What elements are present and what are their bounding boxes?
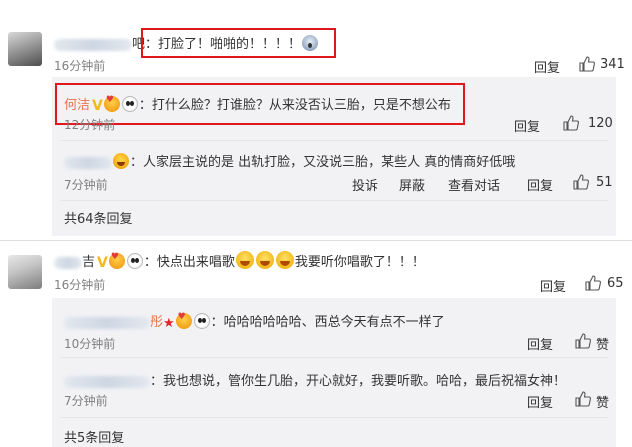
reply-author-suffix[interactable]: 彤 [150,315,163,330]
comment-2-line: 吉V ：快点出来唱歌 我要听你唱歌了！！！ [54,251,425,271]
comment-time: 16分钟前 [54,59,106,73]
like-count: 65 [607,276,624,291]
reply-time: 10分钟前 [64,337,116,351]
comment-time: 16分钟前 [54,278,106,292]
thumbs-up-icon[interactable] [574,390,592,408]
highlight-box [55,83,465,125]
more-replies-link[interactable]: 共5条回复 [64,427,124,446]
avatar[interactable] [8,32,42,66]
thumbs-up-icon[interactable] [562,114,580,132]
blurred-username[interactable] [64,375,150,388]
reply-time: 7分钟前 [64,178,108,192]
blurred-username[interactable] [64,316,150,329]
reply-time: 7分钟前 [64,394,108,408]
report-button[interactable]: 投诉 [352,175,378,194]
highlight-box [141,28,336,58]
star-badge-icon: ★ [163,316,175,331]
like-count: 51 [596,175,613,190]
thumbs-up-icon[interactable] [578,55,596,73]
blurred-username[interactable] [54,256,82,269]
avatar[interactable] [8,255,42,289]
laughing-emoji-icon [235,251,254,269]
block-button[interactable]: 屏蔽 [399,175,425,194]
reply-button[interactable]: 回复 [534,57,560,76]
reply-text: ：我也想说，管你生几胎，开心就好，我要听歌。哈哈，最后祝福女神！ [150,374,567,389]
comment-text: ：快点出来唱歌 [143,255,235,270]
reply-button[interactable]: 回复 [527,334,553,353]
blurred-username[interactable] [54,38,132,51]
laughing-emoji-icon [113,153,129,169]
thumbs-up-icon[interactable] [572,173,590,191]
v-badge-icon: V [97,255,108,271]
comment-author-suffix[interactable]: 吉 [82,255,95,270]
thumbs-up-icon[interactable] [574,332,592,350]
laughing-emoji-icon [275,251,294,269]
blurred-username[interactable] [64,156,112,169]
like-label[interactable]: 赞 [596,334,609,353]
divider [60,417,608,418]
reply-button[interactable]: 回复 [527,175,553,194]
panda-emoji-icon [193,313,210,329]
reply-time: 12分钟前 [64,118,116,132]
reply-line: 彤★ ：哈哈哈哈哈哈、西总今天有点不一样了 [64,311,445,331]
like-label[interactable]: 赞 [596,392,609,411]
heart-emoji-icon [108,252,125,269]
divider [60,200,608,201]
like-count: 341 [600,57,625,72]
reply-button[interactable]: 回复 [514,116,540,135]
comment-separator [0,240,632,241]
reply-text: ：人家层主说的是 出轨打脸，又没说三胎，某些人 真的情商好低哦 [130,155,516,170]
heart-emoji-icon [175,312,192,329]
reply-button[interactable]: 回复 [527,392,553,411]
reply-line: ：我也想说，管你生几胎，开心就好，我要听歌。哈哈，最后祝福女神！ [64,370,566,389]
laughing-emoji-icon [255,251,274,269]
comment-text-continued: 我要听你唱歌了！！！ [294,255,425,270]
reply-line: ：人家层主说的是 出轨打脸，又没说三胎，某些人 真的情商好低哦 [64,151,515,170]
panda-emoji-icon [126,253,143,269]
divider [60,140,608,141]
reply-text: ：哈哈哈哈哈哈、西总今天有点不一样了 [210,315,445,330]
reply-button[interactable]: 回复 [540,276,566,295]
thumbs-up-icon[interactable] [584,274,602,292]
more-replies-link[interactable]: 共64条回复 [64,208,133,227]
like-count: 120 [588,116,613,131]
divider [60,357,608,358]
view-conversation-button[interactable]: 查看对话 [448,175,500,194]
